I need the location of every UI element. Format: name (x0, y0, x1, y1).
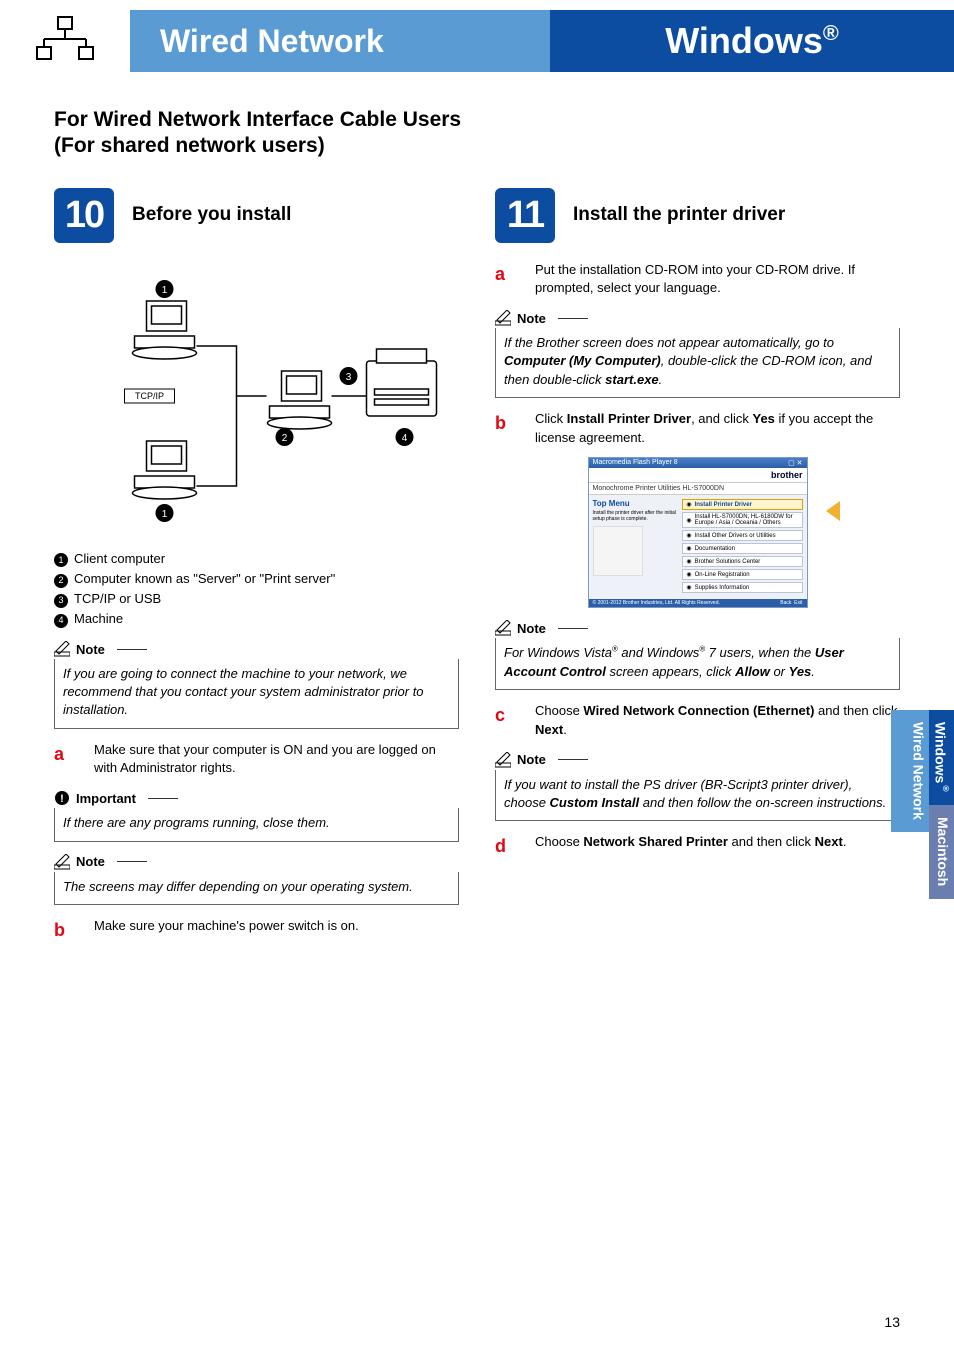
pencil-icon (54, 641, 70, 657)
column-right: 11 Install the printer driver a Put the … (495, 188, 900, 953)
page-content: For Wired Network Interface Cable Users … (0, 72, 954, 953)
step-11-header: 11 Install the printer driver (495, 188, 900, 243)
step-11-title: Install the printer driver (573, 204, 785, 226)
substep-letter: c (495, 702, 515, 740)
banner-wired-network: Wired Network (130, 10, 550, 72)
step-10-title: Before you install (132, 204, 291, 226)
tab-macintosh[interactable]: Macintosh (929, 805, 954, 898)
banner-2-text: Windows® (665, 20, 839, 62)
column-left: 10 Before you install (54, 188, 459, 953)
substep-letter: b (54, 917, 74, 943)
svg-text:3: 3 (346, 372, 352, 383)
note-ps-driver: Note If you want to install the PS drive… (495, 752, 900, 821)
banner-windows: Windows® (550, 10, 954, 72)
pencil-icon (495, 310, 511, 326)
pencil-icon (54, 854, 70, 870)
step-number-badge: 11 (495, 188, 555, 243)
step-10-header: 10 Before you install (54, 188, 459, 243)
svg-text:!: ! (60, 793, 64, 805)
important-icon: ! (54, 790, 70, 806)
page-number: 13 (884, 1314, 900, 1330)
step-number-badge: 10 (54, 188, 114, 243)
step-10-a: a Make sure that your computer is ON and… (54, 741, 459, 779)
substep-letter: b (495, 410, 515, 448)
note-before-install: Note If you are going to connect the mac… (54, 641, 459, 729)
svg-text:2: 2 (282, 433, 288, 444)
network-diagram: TCP/IP 1 1 2 3 4 (54, 261, 459, 541)
diagram-legend: 1Client computer 2Computer known as "Ser… (54, 549, 459, 630)
note-start-exe: Note If the Brother screen does not appe… (495, 310, 900, 398)
installer-screenshot: Macromedia Flash Player 8 ▢ ✕ brother Mo… (588, 457, 808, 608)
svg-text:1: 1 (162, 509, 168, 520)
step-11-a: a Put the installation CD-ROM into your … (495, 261, 900, 299)
important-callout: ! Important If there are any programs ru… (54, 790, 459, 841)
svg-text:4: 4 (402, 433, 408, 444)
tab-windows[interactable]: Windows® (929, 710, 954, 805)
substep-letter: d (495, 833, 515, 859)
step-11-d: d Choose Network Shared Printer and then… (495, 833, 900, 859)
substep-letter: a (495, 261, 515, 299)
highlight-arrow-icon (826, 501, 840, 521)
side-tabs: Wired Network Windows® Macintosh (891, 710, 954, 899)
step-11-b: b Click Install Printer Driver, and clic… (495, 410, 900, 448)
pencil-icon (495, 620, 511, 636)
banner-1-text: Wired Network (160, 23, 384, 60)
note-screens-differ: Note The screens may differ depending on… (54, 854, 459, 905)
network-icon (0, 17, 130, 66)
header-bar: Wired Network Windows® (0, 10, 954, 72)
svg-text:TCP/IP: TCP/IP (135, 391, 164, 401)
section-title: For Wired Network Interface Cable Users … (54, 107, 900, 160)
note-uac: Note For Windows Vista® and Windows® 7 u… (495, 620, 900, 689)
svg-text:1: 1 (162, 285, 168, 296)
step-10-b: b Make sure your machine's power switch … (54, 917, 459, 943)
pencil-icon (495, 752, 511, 768)
step-11-c: c Choose Wired Network Connection (Ether… (495, 702, 900, 740)
tab-wired-network[interactable]: Wired Network (891, 710, 929, 832)
substep-letter: a (54, 741, 74, 779)
